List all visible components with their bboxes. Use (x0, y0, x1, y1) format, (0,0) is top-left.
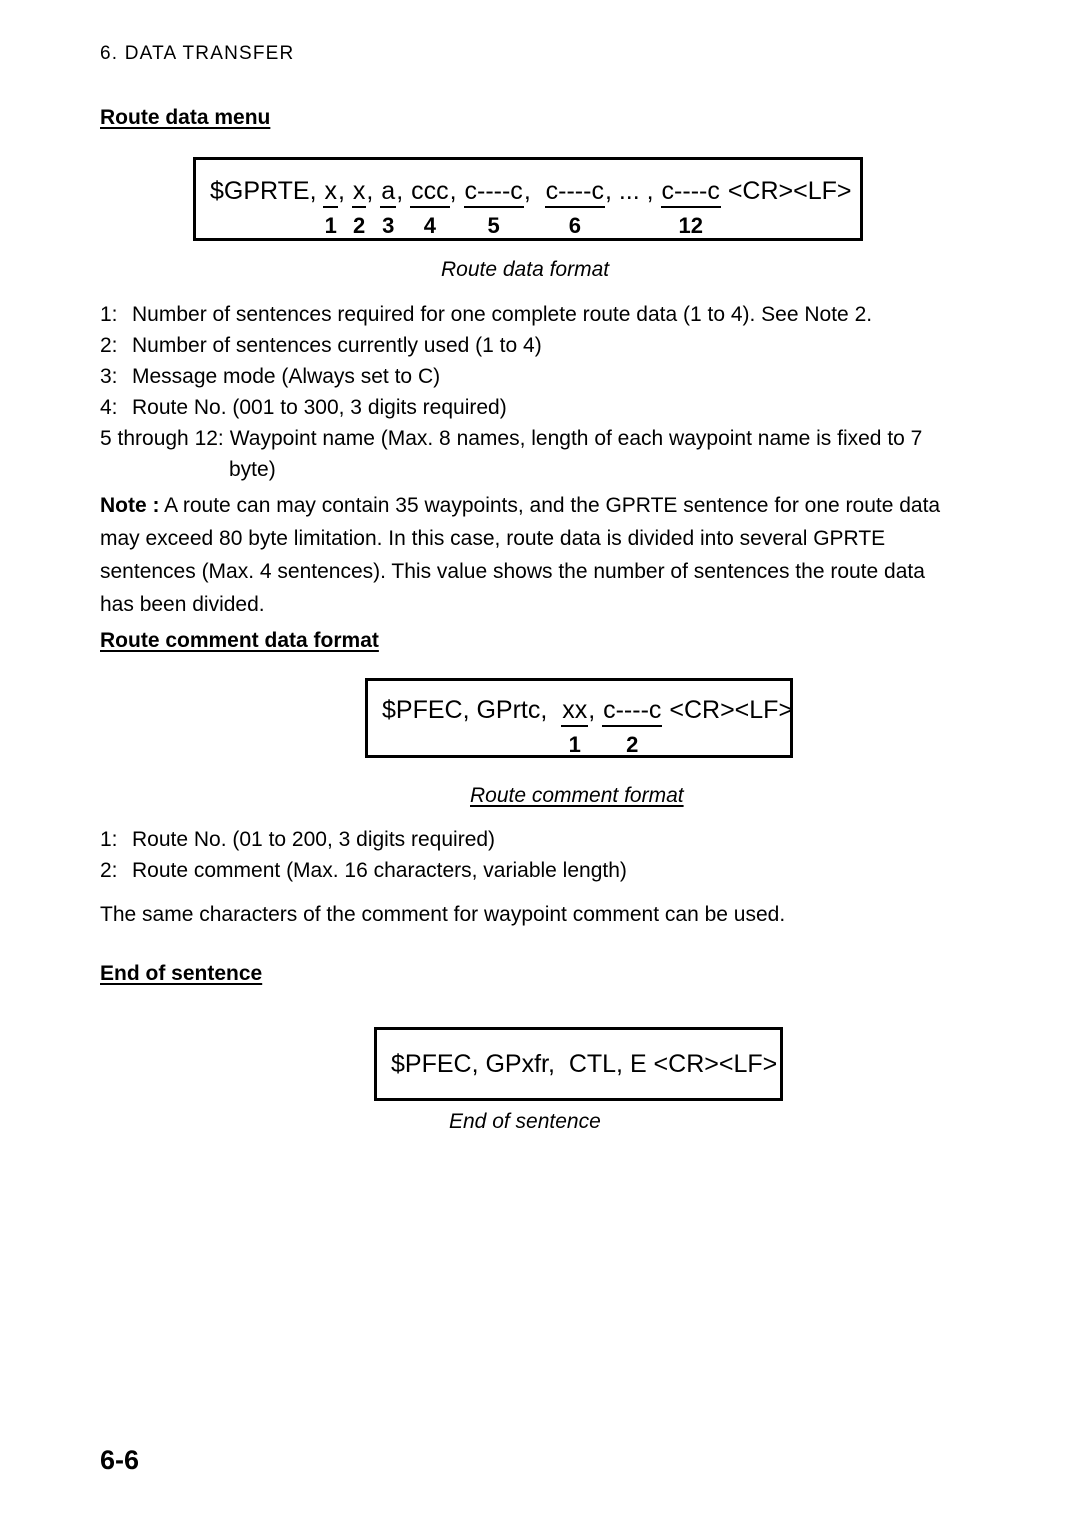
definition-text: Number of sentences required for one com… (132, 303, 873, 326)
sentence-field-1: xx 1 , (561, 698, 602, 756)
remark-same-characters: The same characters of the comment for w… (100, 903, 786, 926)
definition-text: Number of sentences currently used (1 to… (132, 334, 542, 357)
field-token: c----c (660, 179, 721, 208)
sentence-field-2: x 2 , (351, 177, 381, 238)
sentence-field-2: c----c 2 (602, 698, 669, 756)
section-heading-route-comment-data-format: Route comment data format (100, 629, 379, 652)
field-index: 6 (568, 213, 581, 238)
definition-number: 4: (100, 396, 118, 419)
note-paragraph: Note : A route can may contain 35 waypoi… (100, 489, 960, 621)
definition-text: Message mode (Always set to C) (132, 365, 441, 388)
field-index: 3 (382, 213, 395, 238)
field-separator: , (449, 177, 464, 205)
field-separator (721, 179, 728, 204)
field-separator: , (523, 177, 545, 205)
end-of-sentence-format-box: $PFEC, GPxfr, CTL, E <CR><LF> (374, 1027, 783, 1101)
note-label: Note : (100, 494, 160, 517)
field-separator: , (396, 177, 411, 205)
definition-number: 2: (100, 859, 118, 882)
sentence-text: $PFEC, GPxfr, CTL, E <CR><LF> (391, 1050, 778, 1078)
sentence-field-5: c----c 5 , (463, 177, 545, 238)
definition-text: Route No. (001 to 300, 3 digits required… (132, 396, 507, 419)
page-number: 6-6 (100, 1445, 140, 1475)
sentence-prefix: $PFEC, GPrtc, (382, 696, 562, 724)
definition-item: 2: Route comment (Max. 16 characters, va… (100, 855, 970, 886)
definition-continuation: byte) (229, 458, 276, 481)
route-data-definition-list: 1: Number of sentences required for one … (100, 299, 970, 485)
definition-number: 1: (100, 303, 118, 326)
field-token: c----c (463, 179, 524, 208)
route-comment-format-box: $PFEC, GPrtc, xx 1 , c----c 2 <CR><LF> (365, 678, 793, 758)
definition-text: Route No. (01 to 200, 3 digits required) (132, 828, 496, 851)
field-token: ccc (410, 179, 450, 208)
route-data-sentence: $GPRTE, x 1 , x 2 , a 3 , ccc 4 , c----c… (210, 179, 852, 237)
definition-item: 4: Route No. (001 to 300, 3 digits requi… (100, 392, 970, 423)
definition-number: 5 through 12: (100, 427, 224, 450)
section-heading-route-data-menu: Route data menu (100, 106, 271, 129)
field-separator: , (366, 177, 381, 205)
field-token: x (323, 179, 338, 208)
field-separator: , (337, 177, 352, 205)
route-comment-sentence: $PFEC, GPrtc, xx 1 , c----c 2 <CR><LF> (382, 698, 793, 756)
definition-item: 3: Message mode (Always set to C) (100, 361, 970, 392)
field-index: 12 (678, 213, 703, 238)
sentence-field-6: c----c 6 , ... , (544, 177, 661, 238)
definition-text: Waypoint name (Max. 8 names, length of e… (229, 427, 923, 450)
caption-route-data-format: Route data format (441, 258, 610, 281)
field-token: c----c (602, 698, 663, 727)
caption-route-comment-format: Route comment format (470, 784, 684, 807)
field-separator: , (588, 696, 603, 724)
sentence-field-12: c----c 12 (660, 179, 728, 238)
field-index: 1 (568, 732, 581, 757)
field-token: xx (561, 698, 589, 727)
sentence-field-4: ccc 4 , (410, 179, 463, 237)
definition-item: 2: Number of sentences currently used (1… (100, 330, 970, 361)
definition-item: 1: Number of sentences required for one … (100, 299, 970, 330)
section-heading-end-of-sentence: End of sentence (100, 962, 263, 985)
sentence-field-3: a 3 , (380, 179, 410, 237)
running-header: 6. DATA TRANSFER (100, 43, 295, 64)
definition-number: 3: (100, 365, 118, 388)
field-token: a (380, 179, 397, 208)
sentence-prefix: $GPRTE, (210, 177, 324, 205)
definition-item: 1: Route No. (01 to 200, 3 digits requir… (100, 824, 970, 855)
definition-number: 1: (100, 828, 118, 851)
field-index: 4 (423, 213, 436, 238)
field-token: x (351, 179, 367, 208)
sentence-suffix: <CR><LF> (727, 177, 852, 205)
field-index: 1 (324, 213, 337, 238)
note-text: A route can may contain 35 waypoints, an… (100, 494, 941, 616)
definition-number: 2: (100, 334, 118, 357)
sentence-field-1: x 1 , (323, 179, 351, 237)
field-token: c----c (544, 179, 605, 208)
route-comment-definition-list: 1: Route No. (01 to 200, 3 digits requir… (100, 824, 970, 886)
definition-item-range: 5 through 12: Waypoint name (Max. 8 name… (100, 423, 970, 454)
field-separator: , ... , (604, 177, 661, 205)
caption-end-of-sentence: End of sentence (449, 1110, 601, 1133)
sentence-suffix: <CR><LF> (669, 696, 794, 724)
field-index: 5 (487, 213, 500, 238)
document-page: 6. DATA TRANSFER Route data menu $GPRTE,… (0, 0, 1080, 1528)
field-index: 2 (353, 213, 366, 238)
route-data-format-box: $GPRTE, x 1 , x 2 , a 3 , ccc 4 , c----c… (193, 157, 863, 241)
field-index: 2 (626, 732, 639, 757)
definition-text: Route comment (Max. 16 characters, varia… (132, 859, 627, 882)
field-separator (662, 698, 669, 723)
end-of-sentence-sentence: $PFEC, GPxfr, CTL, E <CR><LF> (391, 1052, 777, 1077)
